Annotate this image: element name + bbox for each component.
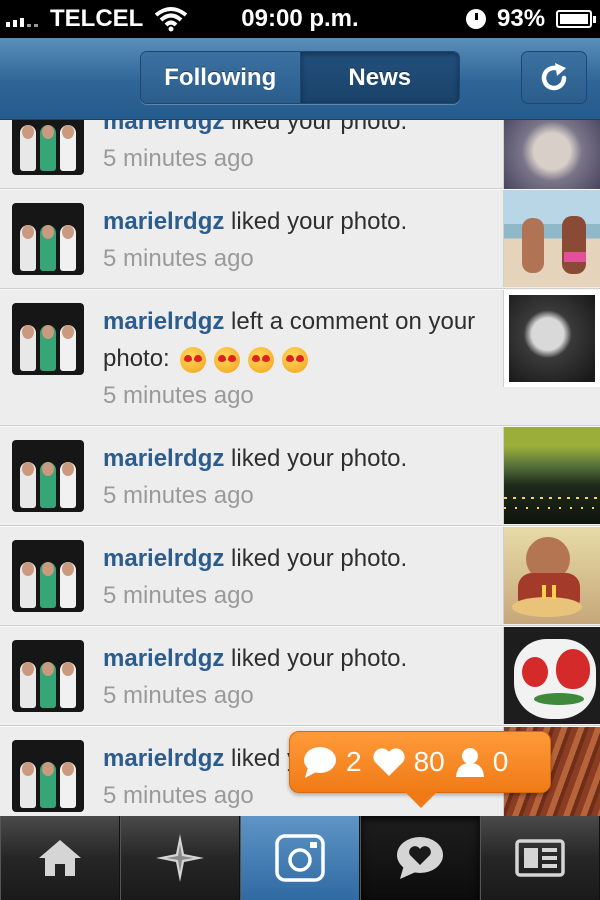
- follower-icon: [455, 748, 484, 777]
- photo-thumbnail[interactable]: [503, 627, 600, 724]
- status-bar: TELCEL 09:00 p.m. 93%: [0, 0, 600, 38]
- list-item[interactable]: marielrdgz liked your photo. 5 minutes a…: [0, 189, 600, 289]
- photo-thumbnail[interactable]: [503, 120, 600, 190]
- tab-explore[interactable]: [120, 816, 240, 900]
- username-link[interactable]: marielrdgz: [103, 308, 224, 335]
- activity-notification-bubble[interactable]: 2 80 0: [289, 731, 551, 808]
- activity-text: liked your photo.: [224, 645, 408, 672]
- alarm-clock-icon: [466, 9, 486, 29]
- follower-count: 0: [492, 746, 509, 777]
- timestamp: 5 minutes ago: [103, 382, 254, 409]
- activity-text: liked your photo.: [224, 120, 408, 135]
- home-icon: [39, 840, 81, 876]
- news-icon: [397, 837, 443, 879]
- list-item[interactable]: marielrdgz left a comment on your photo:…: [0, 289, 600, 426]
- avatar[interactable]: [12, 640, 84, 712]
- avatar[interactable]: [12, 740, 84, 812]
- username-link[interactable]: marielrdgz: [103, 208, 224, 235]
- avatar[interactable]: [12, 120, 84, 175]
- activity-text: liked your photo.: [224, 208, 408, 235]
- avatar[interactable]: [12, 540, 84, 612]
- tab-profile[interactable]: [480, 816, 600, 900]
- signal-icon: [6, 13, 38, 27]
- username-link[interactable]: marielrdgz: [103, 545, 224, 572]
- activity-text: liked your photo.: [224, 445, 408, 472]
- heart-eyes-emoji-group: [180, 346, 309, 373]
- username-link[interactable]: marielrdgz: [103, 645, 224, 672]
- tab-home[interactable]: [0, 816, 120, 900]
- avatar[interactable]: [12, 440, 84, 512]
- like-count: 80: [413, 746, 445, 777]
- explore-icon: [156, 834, 204, 882]
- refresh-button[interactable]: [521, 51, 587, 104]
- activity-text: liked your photo.: [224, 545, 408, 572]
- heart-eyes-emoji: [282, 346, 309, 373]
- list-item[interactable]: marielrdgz liked your photo. 5 minutes a…: [0, 120, 600, 190]
- battery-percent: 93%: [497, 5, 546, 32]
- timestamp: 5 minutes ago: [103, 582, 254, 609]
- photo-thumbnail[interactable]: [503, 290, 600, 387]
- nav-bar: Following News: [0, 38, 600, 120]
- timestamp: 5 minutes ago: [103, 482, 254, 509]
- list-item[interactable]: marielrdgz liked your photo. 5 minutes a…: [0, 526, 600, 626]
- carrier-label: TELCEL: [50, 5, 144, 32]
- wifi-icon: [154, 7, 188, 32]
- heart-eyes-emoji: [214, 346, 241, 373]
- tab-camera[interactable]: [240, 816, 360, 900]
- profile-icon: [515, 839, 565, 877]
- refresh-icon: [541, 62, 567, 90]
- tab-bar: [0, 816, 600, 900]
- photo-thumbnail[interactable]: [503, 427, 600, 524]
- username-link[interactable]: marielrdgz: [103, 120, 224, 135]
- list-item[interactable]: marielrdgz liked your photo. 5 minutes a…: [0, 426, 600, 526]
- news-feed[interactable]: marielrdgz liked your photo. 5 minutes a…: [0, 120, 600, 816]
- list-item[interactable]: marielrdgz liked your photo. 5 minutes a…: [0, 626, 600, 726]
- timestamp: 5 minutes ago: [103, 245, 254, 272]
- timestamp: 5 minutes ago: [103, 145, 254, 172]
- battery-icon: [556, 10, 596, 28]
- avatar[interactable]: [12, 203, 84, 275]
- heart-eyes-emoji: [180, 346, 207, 373]
- username-link[interactable]: marielrdgz: [103, 445, 224, 472]
- comment-icon: [304, 747, 336, 778]
- tab-news-activity[interactable]: [360, 816, 480, 900]
- tab-news[interactable]: News: [300, 52, 459, 103]
- avatar[interactable]: [12, 303, 84, 375]
- comment-count: 2: [346, 746, 362, 777]
- camera-icon: [275, 834, 325, 882]
- username-link[interactable]: marielrdgz: [103, 745, 224, 772]
- timestamp: 5 minutes ago: [103, 682, 254, 709]
- heart-icon: [372, 748, 405, 776]
- segmented-control: Following News: [140, 51, 460, 104]
- photo-thumbnail[interactable]: [503, 190, 600, 287]
- photo-thumbnail[interactable]: [503, 527, 600, 624]
- tab-following[interactable]: Following: [141, 52, 301, 103]
- heart-eyes-emoji: [248, 346, 275, 373]
